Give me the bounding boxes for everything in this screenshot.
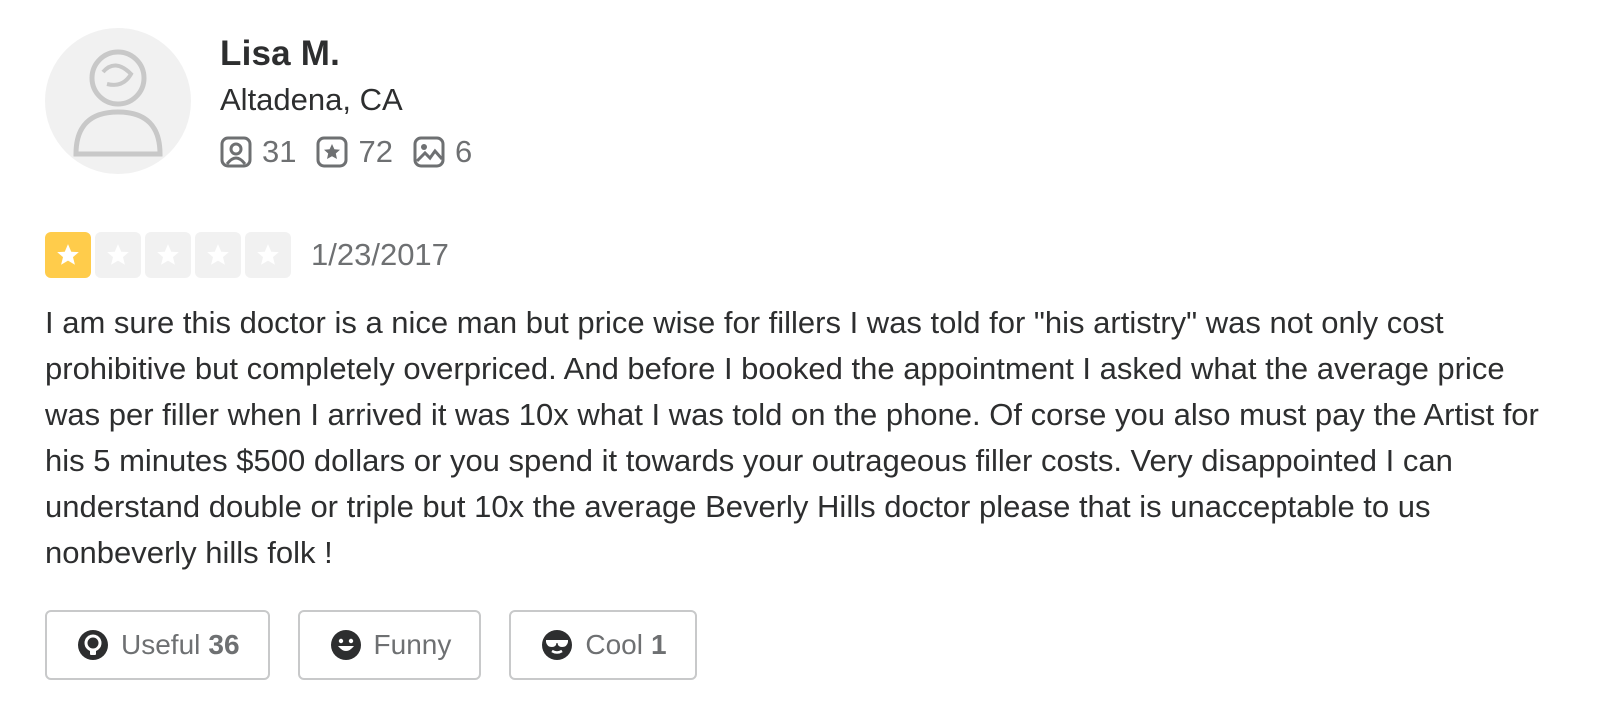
star-rating <box>45 232 295 278</box>
default-avatar-icon <box>73 49 163 157</box>
review-text: I am sure this doctor is a nice man but … <box>45 305 1539 570</box>
cool-count: 1 <box>650 629 667 660</box>
star-icon <box>207 244 229 265</box>
user-location: Altadena, CA <box>220 82 403 117</box>
cool-button[interactable]: Cool 1 <box>509 610 697 680</box>
user-stats: 31 72 6 <box>220 134 492 170</box>
review-card: Lisa M. Altadena, CA 31 72 6 1/23/2017 I… <box>45 28 1555 680</box>
star-4 <box>195 232 241 278</box>
star-5 <box>245 232 291 278</box>
star-icon <box>107 244 129 265</box>
cool-label: Cool <box>585 629 643 660</box>
photos-count: 6 <box>454 134 473 169</box>
sunglasses-icon <box>542 630 573 660</box>
user-name[interactable]: Lisa M. <box>220 32 492 76</box>
user-info: Lisa M. Altadena, CA 31 72 6 <box>220 28 492 170</box>
useful-count: 36 <box>208 629 240 660</box>
star-1 <box>45 232 91 278</box>
star-icon <box>157 244 179 265</box>
photo-icon <box>413 136 445 168</box>
friends-stat: 31 <box>220 134 296 170</box>
reviews-count: 72 <box>358 134 393 169</box>
reviews-stat: 72 <box>316 134 393 170</box>
useful-button[interactable]: Useful 36 <box>45 610 270 680</box>
user-passport: Lisa M. Altadena, CA 31 72 6 <box>45 28 1555 174</box>
star-3 <box>145 232 191 278</box>
star-icon <box>257 244 279 265</box>
photos-stat: 6 <box>413 134 472 170</box>
funny-button[interactable]: Funny <box>297 610 482 680</box>
friends-icon <box>220 136 252 168</box>
review-date: 1/23/2017 <box>311 237 449 272</box>
smile-icon <box>330 630 361 660</box>
review-star-icon <box>316 136 348 168</box>
star-icon <box>57 244 79 265</box>
star-2 <box>95 232 141 278</box>
lightbulb-icon <box>78 630 108 660</box>
reaction-buttons: Useful 36 Funny Cool 1 <box>45 610 1555 680</box>
avatar[interactable] <box>45 28 191 174</box>
friends-count: 31 <box>262 134 297 169</box>
useful-label: Useful <box>121 629 201 660</box>
funny-label: Funny <box>373 629 452 660</box>
rating-row: 1/23/2017 <box>45 232 1555 278</box>
